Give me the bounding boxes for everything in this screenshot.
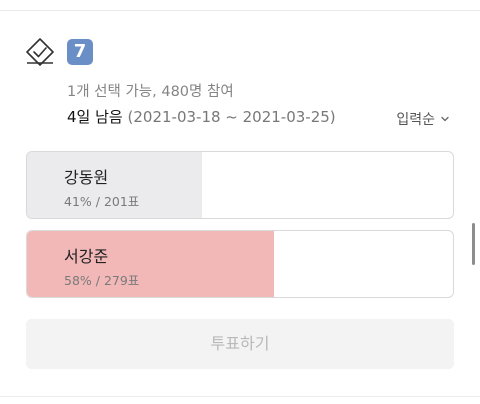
- sort-label: 입력순: [396, 112, 435, 128]
- option-name: 서강준: [64, 247, 109, 266]
- remaining-days: 4일 남음: [67, 108, 123, 126]
- poll-check-icon: [26, 38, 54, 66]
- poll-option-2[interactable]: 서강준 58% / 279표: [26, 230, 454, 298]
- option-stats: 58% / 279표: [64, 273, 140, 288]
- option-name: 강동원: [64, 168, 109, 187]
- sort-dropdown[interactable]: 입력순: [396, 109, 450, 129]
- top-divider: [0, 10, 480, 11]
- scrollbar-thumb[interactable]: [472, 223, 475, 265]
- poll-option-1[interactable]: 강동원 41% / 201표: [26, 151, 454, 219]
- date-range: (2021-03-18 ~ 2021-03-25): [127, 108, 336, 126]
- vote-button[interactable]: 투표하기: [26, 319, 454, 369]
- poll-date-line: 4일 남음 (2021-03-18 ~ 2021-03-25): [67, 106, 336, 127]
- option-stats: 41% / 201표: [64, 194, 140, 209]
- keycap-seven-emoji: 7: [67, 39, 93, 65]
- poll-meta: 1개 선택 가능, 480명 참여: [67, 84, 234, 100]
- bottom-divider: [0, 396, 480, 397]
- chevron-down-icon: [441, 116, 449, 122]
